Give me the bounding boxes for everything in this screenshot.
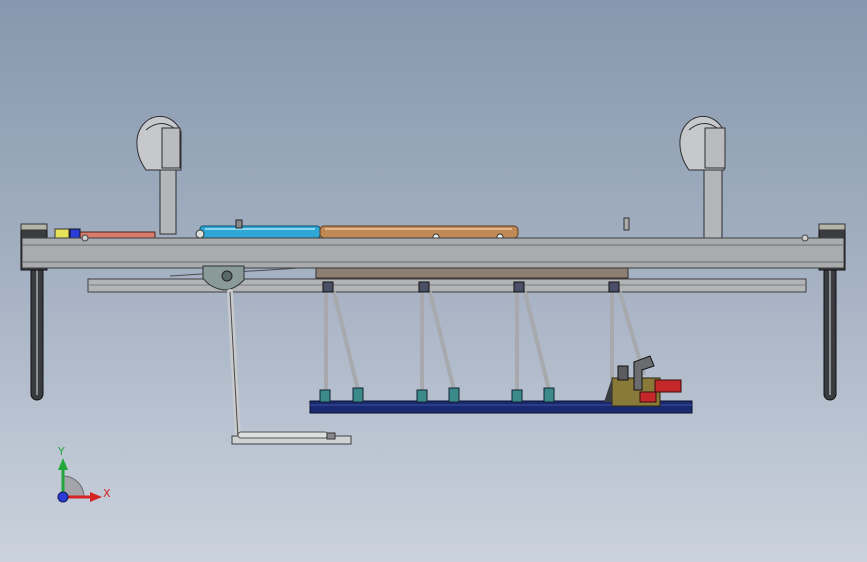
strut-assembly (202, 265, 352, 445)
y-axis-arrow-icon (58, 458, 68, 470)
hanger-links (322, 281, 646, 392)
coordinate-triad: Y X (57, 445, 111, 503)
right-headrest-assembly (679, 115, 726, 239)
left-headrest-assembly (136, 115, 182, 235)
x-axis-label: X (103, 487, 111, 500)
clamp-assembly (604, 355, 682, 407)
y-axis-label: Y (57, 445, 65, 458)
cad-viewport[interactable]: Y X (0, 0, 867, 562)
x-axis-arrow-icon (90, 492, 102, 502)
z-axis-dot (57, 491, 69, 503)
top-rod-assembly (54, 217, 630, 241)
assembly-drawing: Y X (20, 115, 846, 503)
mid-plate (315, 267, 629, 279)
main-frame-beam (21, 234, 845, 269)
